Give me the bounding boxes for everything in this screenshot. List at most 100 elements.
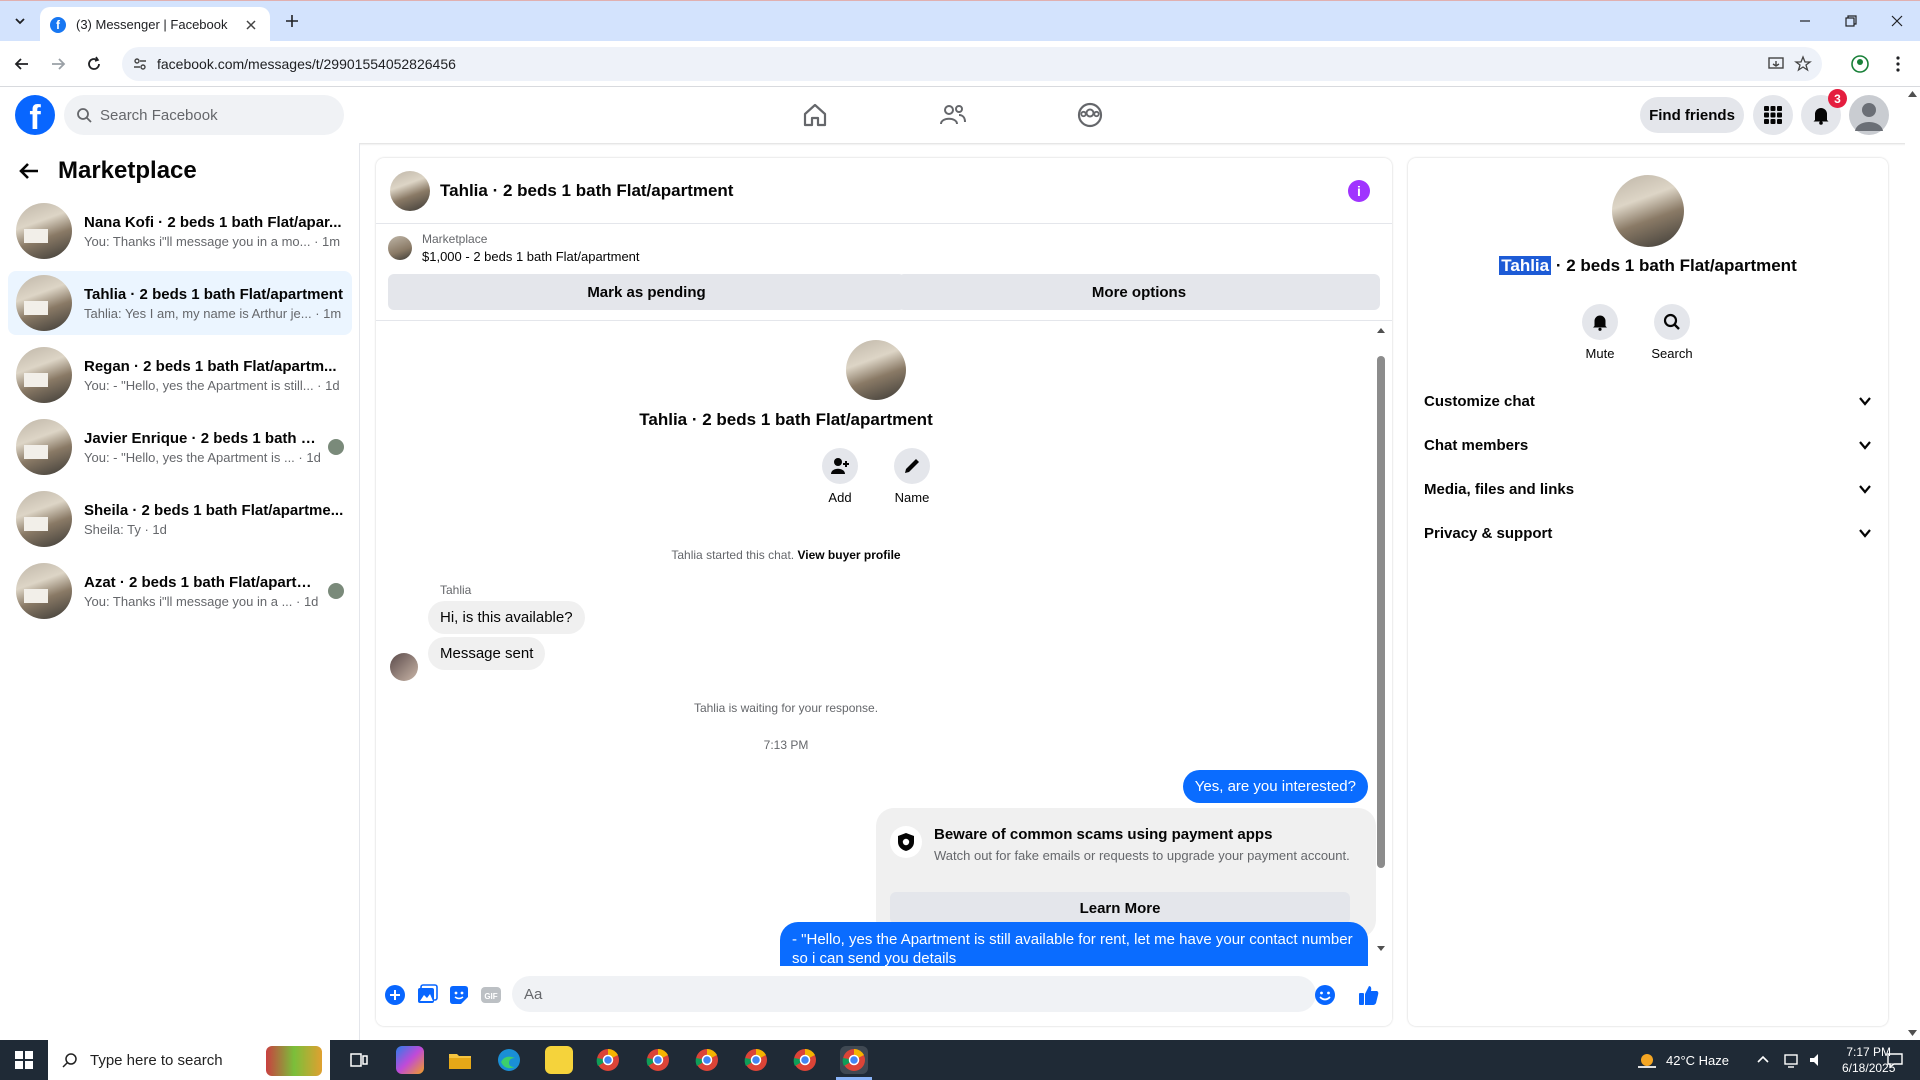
- gif-icon[interactable]: GIF: [480, 984, 502, 1006]
- chat-scrollbar-thumb[interactable]: [1377, 356, 1385, 868]
- chevron-down-icon: [1859, 441, 1871, 450]
- thumbs-up-icon[interactable]: [1358, 984, 1380, 1006]
- chat-details-panel: Tahlia · 2 beds 1 bath Flat/apartment Mu…: [1408, 158, 1888, 1026]
- conversation-item[interactable]: Javier Enrique · 2 beds 1 bath Fl... You…: [8, 415, 352, 479]
- conversation-item[interactable]: Sheila · 2 beds 1 bath Flat/apartme... S…: [8, 487, 352, 551]
- chrome-active-icon[interactable]: [840, 1046, 868, 1074]
- browser-tab-bar: f (3) Messenger | Facebook: [0, 0, 1920, 42]
- volume-icon[interactable]: [1808, 1040, 1826, 1080]
- tab-close-icon[interactable]: [242, 16, 260, 34]
- conversation-name: Sheila · 2 beds 1 bath Flat/apartme...: [84, 501, 344, 519]
- chrome-profile-icon[interactable]: [742, 1046, 770, 1074]
- sticker-icon[interactable]: [448, 984, 470, 1006]
- media-files-links-row[interactable]: Media, files and links: [1424, 469, 1872, 509]
- weather-icon: [1638, 1054, 1656, 1068]
- file-explorer-icon[interactable]: [446, 1046, 474, 1074]
- search-icon: [62, 1053, 77, 1068]
- plus-circle-icon[interactable]: [384, 984, 406, 1006]
- message-input[interactable]: Aa: [512, 976, 1316, 1012]
- outgoing-message[interactable]: - "Hello, yes the Apartment is still ava…: [780, 922, 1368, 966]
- taskbar-search-input[interactable]: Type here to search: [48, 1040, 330, 1080]
- chrome-profile-icon[interactable]: [594, 1046, 622, 1074]
- name-label: Name: [894, 490, 930, 505]
- tab-search-icon[interactable]: [8, 9, 32, 33]
- menu-grid-icon[interactable]: [1753, 95, 1793, 135]
- details-avatar[interactable]: [1612, 175, 1684, 247]
- incoming-message[interactable]: Hi, is this available?: [428, 601, 585, 634]
- network-icon[interactable]: [1782, 1040, 1800, 1080]
- site-settings-icon[interactable]: [132, 56, 148, 72]
- incoming-message[interactable]: Message sent: [428, 637, 546, 670]
- page-scrollbar[interactable]: [1905, 87, 1920, 1040]
- facebook-search-input[interactable]: Search Facebook: [64, 95, 344, 135]
- windows-start-icon[interactable]: [0, 1040, 48, 1080]
- groups-icon[interactable]: [1076, 101, 1104, 129]
- info-icon[interactable]: i: [1348, 180, 1370, 202]
- edit-name-button[interactable]: Name: [882, 448, 942, 505]
- find-friends-button[interactable]: Find friends: [1640, 97, 1744, 133]
- facebook-logo-icon[interactable]: f: [15, 95, 55, 135]
- listing-summary[interactable]: Marketplace $1,000 - 2 beds 1 bath Flat/…: [388, 232, 640, 264]
- conversation-item-active[interactable]: Tahlia · 2 beds 1 bath Flat/apartment Ta…: [8, 271, 352, 335]
- mark-as-pending-button[interactable]: Mark as pending: [388, 274, 905, 310]
- profile-icon[interactable]: [1850, 54, 1870, 74]
- restore-icon[interactable]: [1841, 11, 1861, 31]
- search-label: Search: [1651, 346, 1693, 361]
- back-arrow-icon[interactable]: [18, 160, 40, 182]
- search-icon: [77, 108, 92, 123]
- account-avatar[interactable]: [1849, 95, 1889, 135]
- photo-icon[interactable]: [416, 984, 438, 1006]
- mute-label: Mute: [1585, 346, 1615, 361]
- install-app-icon[interactable]: [1767, 55, 1785, 73]
- chrome-profile-icon[interactable]: [693, 1046, 721, 1074]
- view-buyer-profile-link[interactable]: View buyer profile: [797, 548, 900, 562]
- bookmark-star-icon[interactable]: [1794, 55, 1812, 73]
- divider: [376, 320, 1392, 321]
- minimize-icon[interactable]: [1795, 11, 1815, 31]
- notification-center-icon[interactable]: [1886, 1040, 1904, 1080]
- privacy-support-row[interactable]: Privacy & support: [1424, 513, 1872, 553]
- selected-name-text: Tahlia: [1499, 256, 1552, 275]
- add-person-icon: [831, 458, 849, 474]
- friends-icon[interactable]: [939, 101, 967, 129]
- chat-avatar[interactable]: [390, 170, 430, 211]
- copilot-icon[interactable]: [396, 1046, 424, 1074]
- add-person-button[interactable]: Add: [810, 448, 870, 505]
- chat-panel: Tahlia · 2 beds 1 bath Flat/apartment i …: [376, 158, 1392, 1026]
- chrome-profile-icon[interactable]: [644, 1046, 672, 1074]
- mute-button[interactable]: Mute: [1570, 304, 1630, 361]
- chrome-menu-icon[interactable]: [1888, 54, 1908, 74]
- sticky-notes-icon[interactable]: [545, 1046, 573, 1074]
- address-bar[interactable]: facebook.com/messages/t/2990155405282645…: [122, 47, 1822, 81]
- listing-thumbnail: [16, 563, 72, 619]
- search-in-chat-button[interactable]: Search: [1642, 304, 1702, 361]
- emoji-icon[interactable]: [1314, 984, 1336, 1006]
- back-arrow-icon[interactable]: [12, 54, 32, 74]
- edge-icon[interactable]: [495, 1046, 523, 1074]
- new-tab-icon[interactable]: [282, 11, 302, 31]
- browser-toolbar: facebook.com/messages/t/2990155405282645…: [0, 41, 1920, 87]
- weather-widget[interactable]: 42°C Haze: [1636, 1040, 1729, 1080]
- chat-title[interactable]: Tahlia · 2 beds 1 bath Flat/apartment: [440, 181, 733, 201]
- row-label: Privacy & support: [1424, 524, 1553, 542]
- customize-chat-row[interactable]: Customize chat: [1424, 381, 1872, 421]
- chat-members-row[interactable]: Chat members: [1424, 425, 1872, 465]
- close-window-icon[interactable]: [1887, 11, 1907, 31]
- sender-avatar[interactable]: [390, 653, 418, 681]
- conversation-preview: You: Thanks i"ll message you in a mo... …: [84, 233, 341, 249]
- more-options-button[interactable]: More options: [898, 274, 1380, 310]
- home-icon[interactable]: [801, 101, 829, 129]
- task-view-icon[interactable]: [345, 1046, 373, 1074]
- browser-tab-messenger[interactable]: f (3) Messenger | Facebook: [40, 7, 270, 42]
- sidebar-title: Marketplace: [58, 157, 197, 184]
- conversation-item[interactable]: Nana Kofi · 2 beds 1 bath Flat/apar... Y…: [8, 199, 352, 263]
- chrome-profile-icon[interactable]: [791, 1046, 819, 1074]
- conversation-item[interactable]: Regan · 2 beds 1 bath Flat/apartm... You…: [8, 343, 352, 407]
- conversation-name: Tahlia · 2 beds 1 bath Flat/apartment: [84, 285, 343, 303]
- show-hidden-icons-icon[interactable]: [1756, 1040, 1770, 1080]
- conversation-item[interactable]: Azat · 2 beds 1 bath Flat/apartm... You:…: [8, 559, 352, 623]
- learn-more-button[interactable]: Learn More: [890, 892, 1350, 924]
- reload-icon[interactable]: [84, 54, 104, 74]
- forward-arrow-icon[interactable]: [48, 54, 68, 74]
- outgoing-message[interactable]: Yes, are you interested?: [1182, 770, 1368, 803]
